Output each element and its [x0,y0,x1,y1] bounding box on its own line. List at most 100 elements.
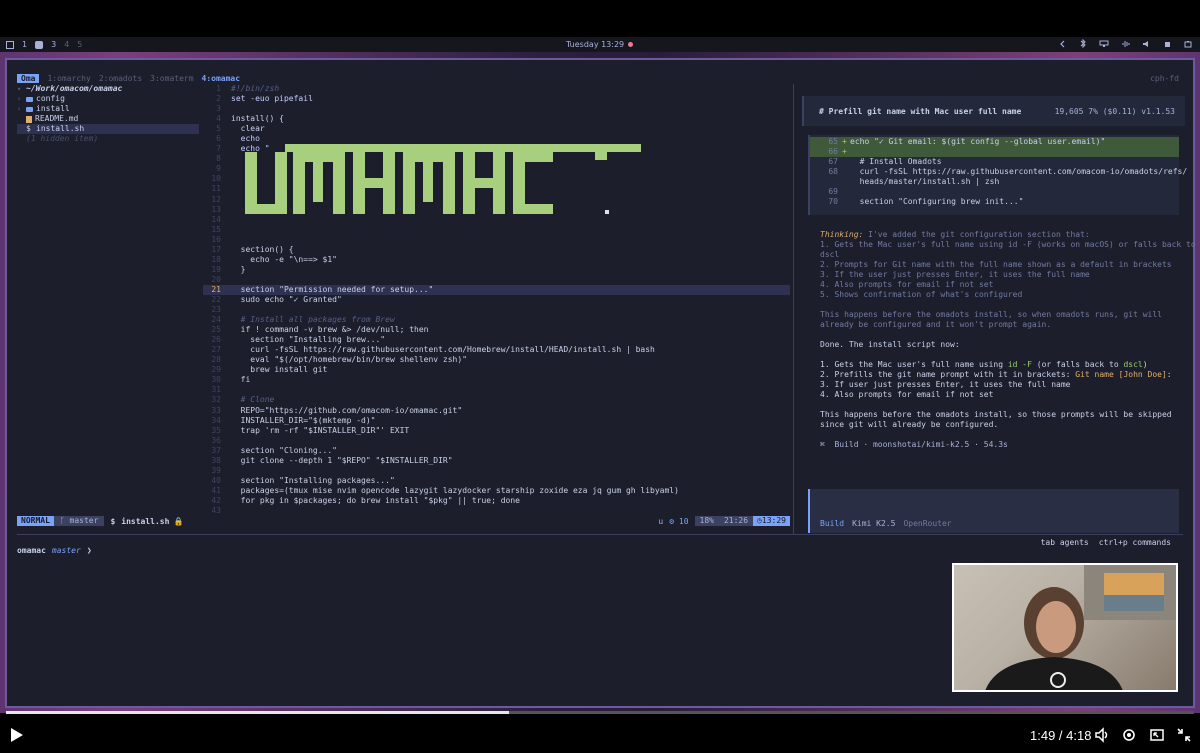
tab-omadots[interactable]: 2:omadots [99,74,142,83]
exit-fullscreen-icon[interactable] [1176,727,1192,743]
code-line[interactable]: 4 install() { [203,114,790,124]
code-line[interactable]: 2 set -euo pipefail [203,94,790,104]
code-line[interactable]: 32 # Clone [203,395,790,405]
code-line[interactable]: 26 section "Installing brew..." [203,335,790,345]
code-text: set -euo pipefail [231,94,313,104]
code-line[interactable]: 19 } [203,265,790,275]
file-tree-item-install-sh[interactable]: $ install.sh [17,124,199,134]
code-line[interactable]: 29 brew install git [203,365,790,375]
diff-line: 69 [810,187,1179,197]
file-explorer: ▾ ~/Work/omacom/omamac › config › instal… [17,84,199,144]
tab-omaterm[interactable]: 3:omaterm [150,74,193,83]
file-tree-item-readme[interactable]: README.md [17,114,199,124]
code-line[interactable]: 30 fi [203,375,790,385]
code-line[interactable]: 27 curl -fsSL https://raw.githubusercont… [203,345,790,355]
line-number: 33 [211,405,221,415]
battery-icon[interactable] [1184,40,1192,48]
code-line[interactable]: 34 INSTALLER_DIR="$(mktemp -d)" [203,416,790,426]
cpu-icon[interactable] [1163,40,1172,48]
settings-gear-icon[interactable] [1121,727,1137,743]
chevron-right-icon[interactable]: › [17,94,23,104]
video-progress-bar[interactable] [6,711,1194,714]
code-line[interactable]: 38 git clone --depth 1 "$REPO" "$INSTALL… [203,456,790,466]
agent-prompt-input[interactable]: Build Kimi K2.5 OpenRouter [808,489,1179,533]
model-name[interactable]: Kimi K2.5 [852,519,895,529]
code-line[interactable]: 23 [203,305,790,315]
code-line[interactable]: 36 [203,436,790,446]
network-icon[interactable] [1099,40,1109,48]
code-line[interactable]: 25 if ! command -v brew &> /dev/null; th… [203,325,790,335]
chevron-right-icon[interactable]: › [17,104,23,114]
workspace-active-icon[interactable] [35,40,44,49]
code-line[interactable]: 18 echo -e "\n==> $1" [203,255,790,265]
tab-omamac[interactable]: 4:omamac [202,74,241,83]
scroll-percent: 18% [694,516,719,526]
code-line[interactable]: 3 [203,104,790,114]
done-item: 1. Gets the Mac user's full name using i… [820,360,1148,369]
chevron-down-icon[interactable]: ▾ [17,84,23,94]
code-line[interactable]: 28 eval "$(/opt/homebrew/bin/brew shelle… [203,355,790,365]
bluetooth-icon[interactable] [1079,39,1087,48]
workspace-grid-icon[interactable] [6,40,14,49]
workspace-5[interactable]: 5 [77,40,82,49]
code-line[interactable]: 39 [203,466,790,476]
code-line[interactable]: 43 [203,506,790,514]
code-line[interactable]: 20 [203,275,790,285]
code-line[interactable]: 33 REPO="https://github.com/omacom-io/om… [203,406,790,416]
workspace-1[interactable]: 1 [22,40,27,49]
chevron-left-icon[interactable] [1059,40,1067,48]
pane-divider[interactable] [793,84,794,534]
play-icon[interactable] [10,727,24,743]
code-line[interactable]: 31 [203,385,790,395]
file-tree-root[interactable]: ▾ ~/Work/omacom/omamac [17,84,199,94]
workspace-3[interactable]: 3 [51,40,56,49]
volume-icon[interactable] [1142,40,1151,48]
code-text: section "Installing packages..." [231,475,395,485]
code-line[interactable]: 15 [203,225,790,235]
recording-icon [628,42,634,47]
file-tree-item-config[interactable]: › config [17,94,199,104]
thinking-label: Thinking: [820,230,864,239]
code-line[interactable]: 6 echo [203,134,790,144]
diff-line-number: 70 [828,197,838,206]
folder-icon [26,106,33,112]
code-line[interactable]: 22 sudo echo "✓ Granted" [203,295,790,305]
diff-text: curl -fsSL https://raw.githubusercontent… [850,167,1188,176]
line-number: 31 [211,385,221,395]
tab-omarchy[interactable]: 1:omarchy [47,74,90,83]
code-line[interactable]: 35 trap 'rm -rf "$INSTALLER_DIR"' EXIT [203,426,790,436]
audio-icon[interactable] [1121,40,1130,48]
diff-line: 65 + echo "✓ Git email: $(git config --glo… [810,137,1179,147]
workspace-4[interactable]: 4 [64,40,69,49]
agent-mode[interactable]: Build [820,519,844,529]
lsp-count: ⚙ 10 [669,516,689,526]
diff-line-number: 68 [828,167,838,176]
status-u: u [658,516,664,526]
picture-in-picture-icon[interactable] [1149,727,1165,743]
line-number: 16 [211,234,221,244]
video-controls: 1:49 / 4:18 [0,716,1200,753]
diff-text: section "Configuring brew init..." [850,197,1024,206]
code-line[interactable]: 42 for pkg in $packages; do brew install… [203,496,790,506]
code-line[interactable]: 37 section "Cloning..." [203,446,790,456]
volume-icon[interactable] [1094,727,1110,743]
clock-area[interactable]: Tuesday 13:29 [566,40,634,49]
clock[interactable]: Tuesday 13:29 [566,40,624,49]
code-line[interactable]: 21 section "Permission needed for setup.… [203,284,790,295]
line-number: 12 [211,194,221,204]
git-branch: ᚴ master [53,516,105,526]
code-line[interactable]: 1 #!/bin/zsh [203,84,790,94]
shell-prompt[interactable]: omamac master ❯ [17,546,92,555]
file-tree-item-install[interactable]: › install [17,104,199,114]
code-line[interactable]: 41 packages=(tmux mise nvim opencode laz… [203,486,790,496]
done-item: 2. Prefills the git name prompt with it … [820,370,1172,379]
code-line[interactable]: 16 [203,235,790,245]
hidden-items-note[interactable]: (1 hidden item) [17,134,199,144]
code-line[interactable]: 5 clear [203,124,790,134]
code-line[interactable]: 17 section() { [203,245,790,255]
final-note: since git will already be configured. [820,420,999,429]
ai-agent-pane: # Prefill git name with Mac user full na… [802,90,1196,547]
code-line[interactable]: 24 # Install all packages from Brew [203,315,790,325]
diff-sign [842,197,850,207]
code-line[interactable]: 40 section "Installing packages..." [203,476,790,486]
